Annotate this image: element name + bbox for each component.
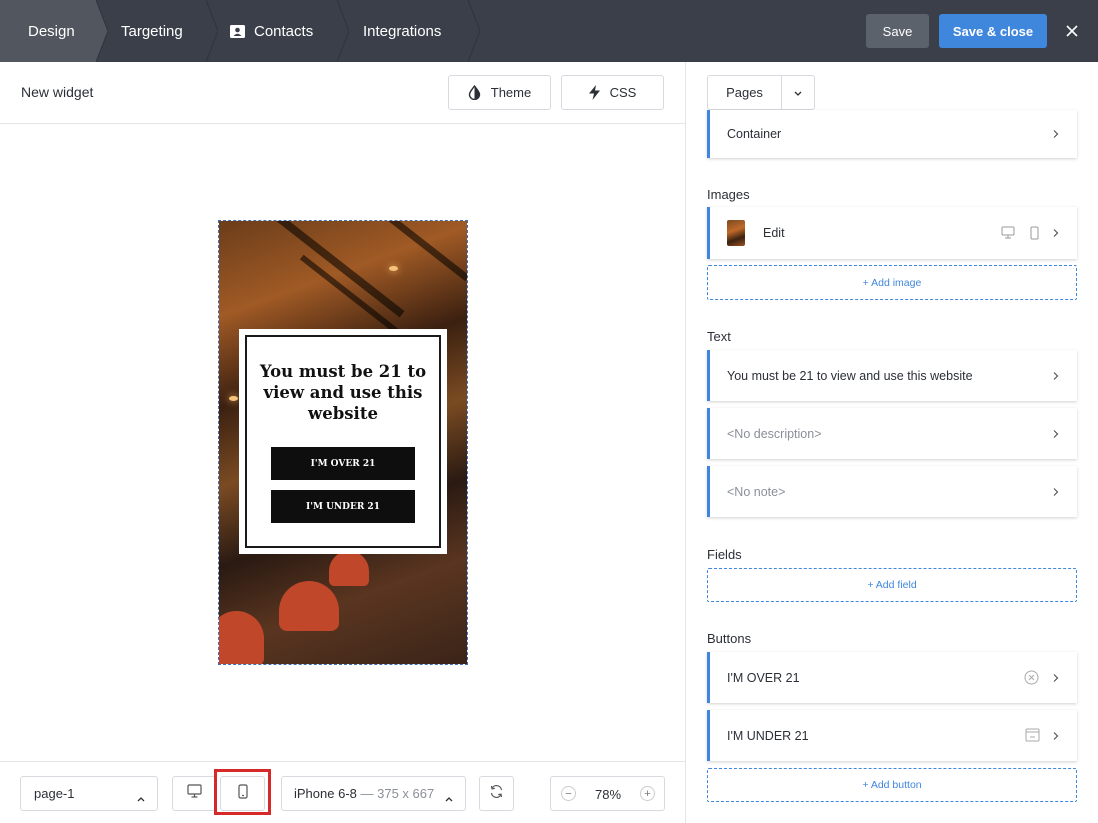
text-item-title[interactable]: You must be 21 to view and use this webs… [707,350,1077,401]
zoom-out-button[interactable]: − [561,786,576,801]
chevron-right-icon [1053,673,1059,682]
chevron-up-icon [137,790,145,805]
step-breadcrumb: Design Targeting Contacts Integrations [0,0,480,62]
chevron-separator-icon [206,0,218,62]
device-name: iPhone 6-8 [294,786,357,801]
image-item-label: Edit [763,226,785,240]
pages-dropdown-button[interactable] [781,75,815,110]
pages-label: Pages [726,85,763,100]
text-item-label: <No description> [727,426,822,441]
text-item-description[interactable]: <No description> [707,408,1077,459]
device-dimensions: — 375 x 667 [360,786,435,801]
step-integrations[interactable]: Integrations [337,0,480,62]
fields-heading: Fields [707,547,742,562]
chevron-right-icon [1053,371,1059,380]
save-button[interactable]: Save [866,14,929,48]
preview-toolbar: page-1 iPhone 6-8 — 375 x 667 − 78% + [0,761,686,823]
text-heading: Text [707,329,731,344]
images-heading: Images [707,187,750,202]
chevron-right-icon [1053,487,1059,496]
desktop-view-button[interactable] [172,776,217,811]
desktop-icon [187,784,202,803]
css-label: CSS [609,85,637,100]
lightning-icon [588,85,600,100]
rotate-icon [489,784,504,804]
add-image-button[interactable]: + Add image [707,265,1077,300]
page-select[interactable]: page-1 [20,776,158,811]
image-item[interactable]: Edit [707,207,1077,259]
age-gate-modal: You must be 21 to view and use this webs… [239,329,447,554]
top-bar: Design Targeting Contacts Integrations S… [0,0,1098,62]
save-and-close-button[interactable]: Save & close [939,14,1047,48]
container-item[interactable]: Container [707,110,1077,158]
text-item-label: <No note> [727,484,786,499]
step-design[interactable]: Design [0,0,108,62]
step-design-label: Design [28,22,75,40]
chevron-right-icon [1053,429,1059,438]
step-targeting[interactable]: Targeting [96,0,218,62]
page-select-value: page-1 [34,786,75,801]
editor-toolbar: New widget Theme CSS [0,62,686,124]
theme-button[interactable]: Theme [448,75,551,110]
chevron-up-icon [445,790,453,805]
modal-frame: You must be 21 to view and use this webs… [245,335,441,548]
selection-highlight [214,769,271,815]
button-item-label: I'M OVER 21 [727,670,800,685]
step-targeting-label: Targeting [121,22,183,40]
image-thumbnail [727,220,745,246]
text-item-label: You must be 21 to view and use this webs… [727,368,973,383]
add-button-button[interactable]: + Add button [707,768,1077,802]
over-21-button[interactable]: I'M OVER 21 [271,447,415,480]
chevron-right-icon [1053,130,1059,139]
text-item-note[interactable]: <No note> [707,466,1077,517]
theme-label: Theme [490,85,532,100]
modal-title[interactable]: You must be 21 to view and use this webs… [257,361,429,424]
pages-button[interactable]: Pages [707,75,782,110]
zoom-in-button[interactable]: + [640,786,655,801]
chevron-right-icon [1053,731,1059,740]
rotate-button[interactable] [479,776,514,811]
button-item-over[interactable]: I'M OVER 21 [707,652,1077,703]
button-item-under[interactable]: I'M UNDER 21 [707,710,1077,761]
chevron-right-icon [1053,229,1059,238]
container-label: Container [727,127,782,141]
button-item-label: I'M UNDER 21 [727,728,809,743]
chevron-separator-icon [337,0,349,62]
contrast-icon [468,85,481,100]
chevron-down-icon [794,84,802,102]
chevron-separator-icon [96,0,108,62]
mobile-icon[interactable] [1030,226,1039,240]
close-icon[interactable] [1062,21,1082,41]
device-select[interactable]: iPhone 6-8 — 375 x 667 [281,776,466,811]
mobile-preview[interactable]: You must be 21 to view and use this webs… [218,220,468,665]
panel-divider [685,62,686,823]
step-contacts-label: Contacts [254,22,314,40]
browser-window-icon [1025,728,1040,742]
step-contacts[interactable]: Contacts [206,0,349,62]
buttons-heading: Buttons [707,631,752,646]
zoom-level: 78% [595,787,622,802]
chevron-separator-icon [468,0,480,62]
step-integrations-label: Integrations [363,22,442,40]
under-21-button[interactable]: I'M UNDER 21 [271,490,415,523]
contact-card-icon [230,24,245,38]
zoom-control: − 78% + [550,776,665,811]
desktop-icon[interactable] [1001,226,1015,239]
close-circle-icon [1024,670,1039,685]
add-field-button[interactable]: + Add field [707,568,1077,602]
css-button[interactable]: CSS [561,75,664,110]
widget-title[interactable]: New widget [21,84,93,100]
